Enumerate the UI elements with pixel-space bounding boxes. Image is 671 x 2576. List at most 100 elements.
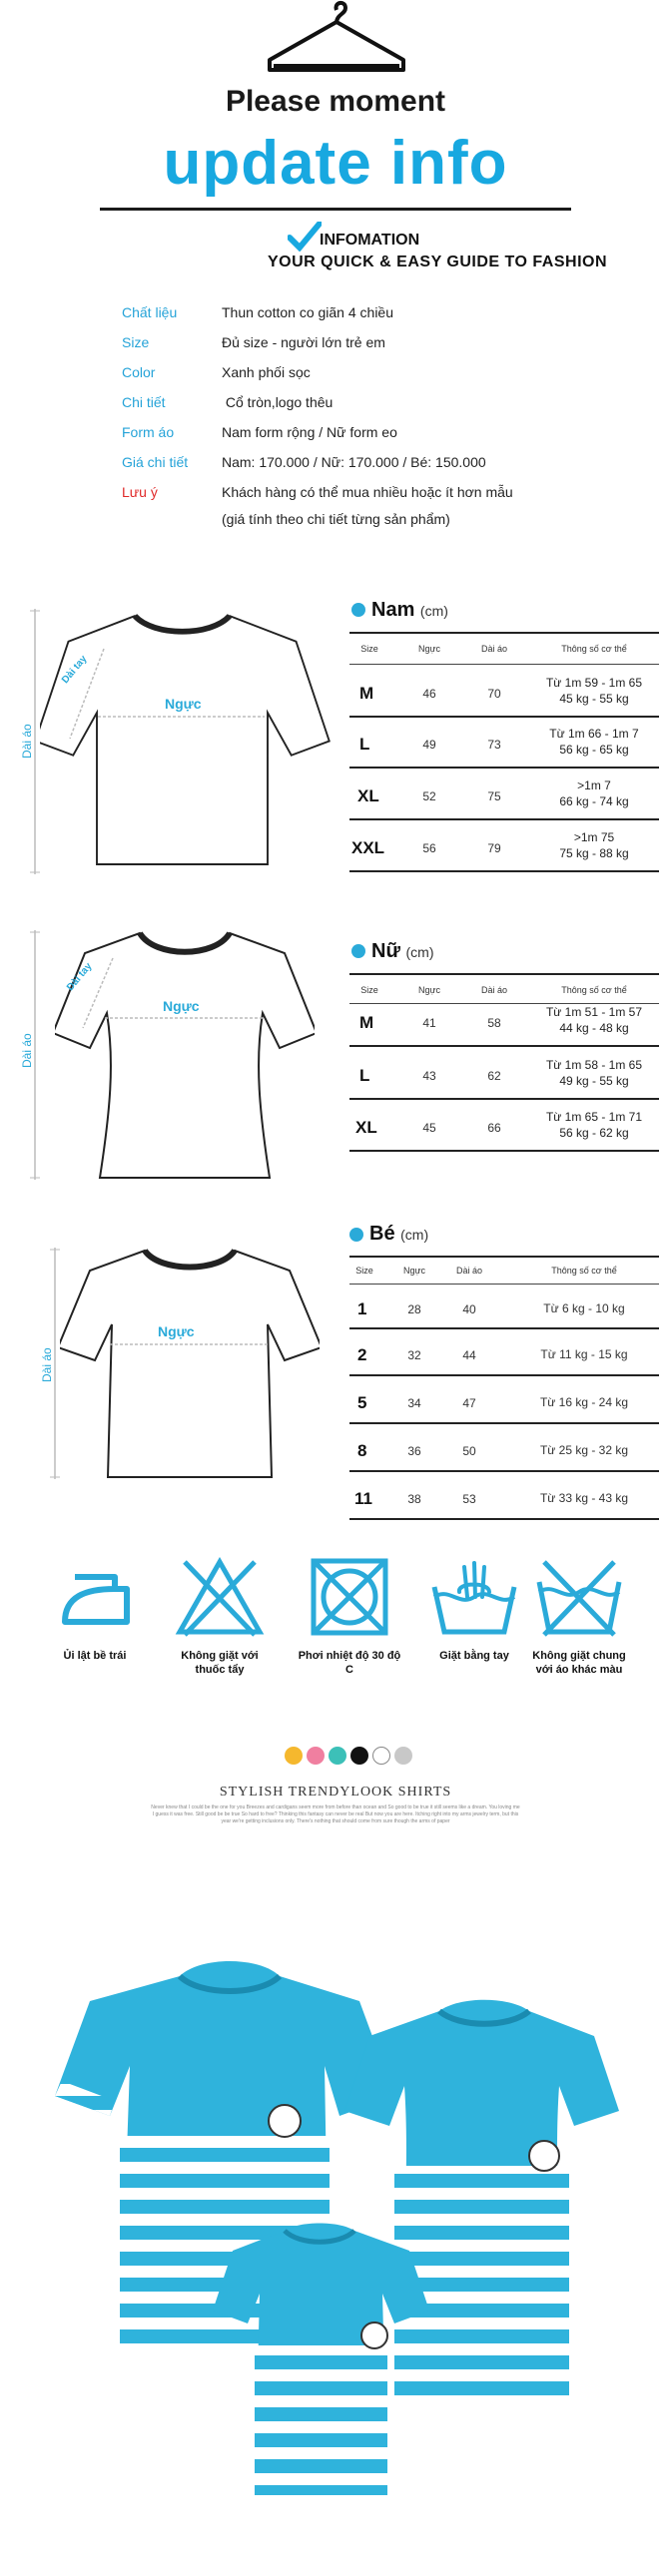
col-head: Thông số cơ thể <box>561 644 627 654</box>
info-label: Lưu ý <box>122 484 158 500</box>
table-rule <box>349 716 659 718</box>
col-head: Size <box>360 985 378 995</box>
info-row-form: Form áo Nam form rộng / Nữ form eo <box>122 424 397 440</box>
desc-cell: Từ 1m 59 - 1m 65 45 kg - 55 kg <box>545 676 643 706</box>
length-cell: 66 <box>487 1121 501 1135</box>
table-rule <box>349 1470 659 1472</box>
chest-cell: 34 <box>407 1396 421 1410</box>
info-value: Thun cotton co giãn 4 chiều <box>222 304 394 320</box>
size-cell: 5 <box>357 1393 367 1412</box>
please-moment-title: Please moment <box>225 85 446 118</box>
info-label: Form áo <box>122 424 175 440</box>
desc-cell: Từ 11 kg - 15 kg <box>540 1347 628 1361</box>
info-label: Chi tiết <box>122 394 166 410</box>
col-head: Ngực <box>417 985 441 995</box>
chest-cell: 56 <box>422 841 436 855</box>
care-label-no-bleach: Không giặt với thuốc tẩy <box>181 1650 259 1676</box>
chest-cell: 41 <box>422 1016 436 1030</box>
chest-label-be: Ngực <box>158 1323 195 1339</box>
infomation-heading: INFOMATION <box>320 232 420 249</box>
info-note-2: (giá tính theo chi tiết từng sản phẩm) <box>222 511 450 527</box>
shirt-outline-be <box>56 1243 324 1487</box>
table-rule <box>349 1098 659 1100</box>
chest-cell: 28 <box>407 1302 421 1316</box>
desc-cell: Từ 33 kg - 43 kg <box>539 1491 629 1505</box>
no-tumble-dry-icon <box>310 1557 389 1642</box>
swatch-black[interactable] <box>350 1747 368 1765</box>
chest-cell: 49 <box>422 738 436 752</box>
desc-cell: >1m 75 75 kg - 88 kg <box>559 830 629 860</box>
chest-cell: 45 <box>422 1121 436 1135</box>
shirt-outline-nu <box>51 923 319 1188</box>
info-value: Nam: 170.000 / Nữ: 170.000 / Bé: 150.000 <box>222 454 486 470</box>
length-cell: 50 <box>462 1444 476 1458</box>
info-row-note: Lưu ý Khách hàng có thể mua nhiều hoặc ít… <box>122 484 513 500</box>
info-label: Color <box>122 364 156 380</box>
length-cell: 73 <box>487 738 501 752</box>
swatch-white[interactable] <box>372 1747 390 1765</box>
col-head: Ngực <box>417 644 441 654</box>
col-head: Size <box>355 1266 373 1276</box>
table-rule <box>349 767 659 769</box>
no-bleach-icon <box>175 1556 265 1642</box>
info-row-material: Chất liệu Thun cotton co giãn 4 chiều <box>122 304 393 320</box>
size-cell: 11 <box>354 1489 372 1508</box>
table-rule <box>349 1518 659 1520</box>
care-label-separate: Không giặt chung với áo khác màu <box>532 1650 626 1676</box>
hanger-icon <box>262 0 411 80</box>
swatch-gray[interactable] <box>394 1747 412 1765</box>
chest-cell: 46 <box>422 687 436 701</box>
col-head: Dài áo <box>480 644 507 654</box>
length-label-nu: Dài áo <box>20 1033 34 1068</box>
care-label-dry-temp: Phơi nhiệt độ 30 độ C <box>298 1650 401 1676</box>
desc-cell: Từ 25 kg - 32 kg <box>539 1443 629 1457</box>
swatch-teal[interactable] <box>329 1747 346 1765</box>
size-cell: 2 <box>357 1345 367 1364</box>
length-label-nam: Dài áo <box>20 724 34 759</box>
length-cell: 40 <box>462 1302 476 1316</box>
info-label: Size <box>122 334 150 350</box>
chest-cell: 32 <box>407 1348 421 1362</box>
info-row-detail: Chi tiết Cổ tròn,logo thêu <box>122 394 333 410</box>
product-photo <box>0 1836 671 2571</box>
bullet-dot <box>351 603 365 617</box>
length-cell: 75 <box>487 789 501 803</box>
table-rule <box>349 1256 659 1258</box>
table-title-nu: Nữ (cm) <box>371 940 434 962</box>
size-cell: XL <box>355 1118 377 1137</box>
info-value: Xanh phối sọc <box>222 364 311 380</box>
shirt-outline-nam <box>34 599 339 883</box>
swatch-pink[interactable] <box>307 1747 325 1765</box>
bullet-dot <box>351 944 365 958</box>
size-cell: 1 <box>357 1299 367 1318</box>
swatch-yellow[interactable] <box>285 1747 303 1765</box>
size-cell: XXL <box>351 838 385 857</box>
iron-icon <box>55 1567 135 1636</box>
length-cell: 53 <box>462 1492 476 1506</box>
info-label: Giá chi tiết <box>122 454 189 470</box>
info-value: Nam form rộng / Nữ form eo <box>222 424 397 440</box>
table-rule <box>349 818 659 820</box>
size-cell: L <box>359 1066 370 1085</box>
chest-label-nam: Ngực <box>165 696 202 712</box>
desc-cell: >1m 7 66 kg - 74 kg <box>559 778 629 808</box>
checkmark-icon <box>287 221 323 257</box>
desc-cell: Từ 16 kg - 24 kg <box>539 1395 629 1409</box>
table-rule <box>349 1422 659 1424</box>
info-row-color: Color Xanh phối sọc <box>122 364 311 380</box>
info-row-size: Size Đủ size - người lớn trẻ em <box>122 334 385 350</box>
table-rule <box>349 1327 659 1329</box>
length-cell: 62 <box>487 1069 501 1083</box>
length-cell: 44 <box>462 1348 476 1362</box>
chest-label-nu: Ngực <box>163 998 200 1014</box>
length-cell: 79 <box>487 841 501 855</box>
desc-cell: Từ 1m 58 - 1m 65 49 kg - 55 kg <box>545 1058 643 1088</box>
table-rule <box>349 973 659 975</box>
care-label-hand-wash: Giặt bằng tay <box>439 1650 509 1662</box>
table-rule <box>349 632 659 634</box>
color-swatches <box>285 1747 412 1765</box>
col-head: Ngực <box>402 1266 426 1276</box>
update-info-title: update info <box>163 129 508 198</box>
info-value: Khách hàng có thể mua nhiều hoặc ít hơn … <box>222 484 513 500</box>
header-divider <box>100 208 571 211</box>
